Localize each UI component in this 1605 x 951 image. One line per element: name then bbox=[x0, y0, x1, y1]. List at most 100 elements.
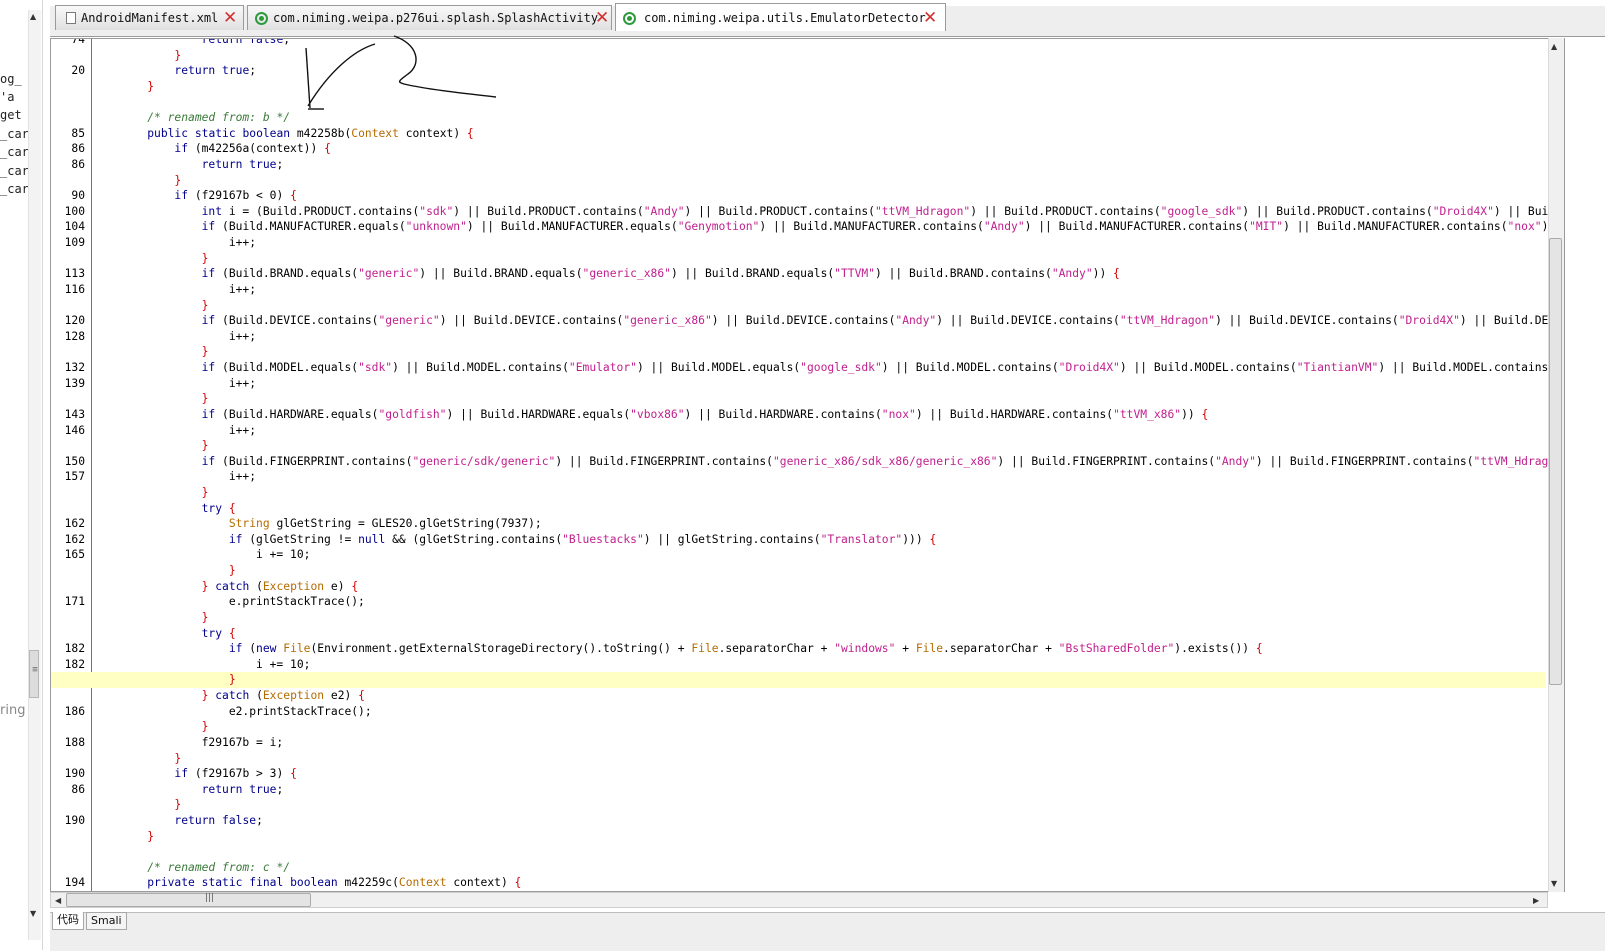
code-text[interactable]: i++; bbox=[120, 423, 256, 439]
code-text[interactable]: i += 10; bbox=[120, 547, 310, 563]
code-line[interactable]: } bbox=[51, 438, 1546, 454]
code-text[interactable]: if (m42256a(context)) { bbox=[120, 141, 330, 157]
code-line[interactable]: try { bbox=[51, 501, 1546, 517]
code-line[interactable]: 86 return true; bbox=[51, 157, 1546, 173]
project-tree-panel[interactable]: og_ 'a get _car _car _car _car ring ▲ ▼ bbox=[0, 0, 43, 950]
code-text[interactable]: if (Build.MODEL.equals("sdk") || Build.M… bbox=[120, 360, 1564, 376]
code-text[interactable]: } bbox=[120, 391, 209, 407]
code-line[interactable]: 194 private static final boolean m42259c… bbox=[51, 875, 1546, 891]
code-line[interactable]: 20 return true; bbox=[51, 63, 1546, 79]
code-line[interactable]: } bbox=[51, 391, 1546, 407]
code-line[interactable]: try { bbox=[51, 626, 1546, 642]
scroll-down-icon[interactable]: ▼ bbox=[30, 909, 36, 918]
code-line[interactable]: } bbox=[51, 173, 1546, 189]
code-line[interactable]: 90 if (f29167b < 0) { bbox=[51, 188, 1546, 204]
code-text[interactable]: } catch (Exception e2) { bbox=[120, 688, 365, 704]
code-text[interactable]: if (Build.DEVICE.contains("generic") || … bbox=[120, 313, 1564, 329]
code-text[interactable]: } bbox=[120, 672, 236, 688]
code-text[interactable]: } bbox=[120, 563, 236, 579]
code-text[interactable]: if (f29167b > 3) { bbox=[120, 766, 296, 782]
code-line[interactable]: } bbox=[51, 797, 1546, 813]
code-text[interactable]: if (Build.MANUFACTURER.equals("unknown")… bbox=[120, 219, 1564, 235]
editor-horizontal-scroll-thumb[interactable] bbox=[66, 893, 311, 907]
code-text[interactable]: } bbox=[120, 719, 209, 735]
code-text[interactable]: public static boolean m42258b(Context co… bbox=[120, 126, 474, 142]
code-line[interactable]: 120 if (Build.DEVICE.contains("generic")… bbox=[51, 313, 1564, 329]
tab-code[interactable]: 代码 bbox=[52, 912, 84, 930]
code-line[interactable]: 86 if (m42256a(context)) { bbox=[51, 141, 1546, 157]
code-line[interactable]: } bbox=[51, 251, 1546, 267]
code-line[interactable]: 186 e2.printStackTrace(); bbox=[51, 704, 1546, 720]
code-text[interactable]: if (new File(Environment.getExternalStor… bbox=[120, 641, 1263, 657]
code-line[interactable]: 132 if (Build.MODEL.equals("sdk") || Bui… bbox=[51, 360, 1564, 376]
code-line[interactable]: } catch (Exception e) { bbox=[51, 579, 1546, 595]
code-line[interactable]: } bbox=[51, 485, 1546, 501]
code-text[interactable]: } bbox=[120, 751, 181, 767]
code-text[interactable]: String glGetString = GLES20.glGetString(… bbox=[120, 516, 542, 532]
code-line[interactable]: 157 i++; bbox=[51, 469, 1546, 485]
code-line[interactable]: /* renamed from: b */ bbox=[51, 110, 1546, 126]
code-line[interactable]: 171 e.printStackTrace(); bbox=[51, 594, 1546, 610]
tab-emulatordetector[interactable]: com.niming.weipa.utils.EmulatorDetector … bbox=[615, 3, 946, 31]
code-text[interactable]: } bbox=[120, 610, 209, 626]
code-line[interactable]: 85 public static boolean m42258b(Context… bbox=[51, 126, 1546, 142]
code-line[interactable]: 162 String glGetString = GLES20.glGetStr… bbox=[51, 516, 1546, 532]
code-line[interactable]: 109 i++; bbox=[51, 235, 1546, 251]
code-text[interactable]: return false; bbox=[120, 813, 262, 829]
code-line[interactable]: } bbox=[51, 48, 1546, 64]
code-line[interactable]: } bbox=[51, 563, 1546, 579]
code-text[interactable]: e2.printStackTrace(); bbox=[120, 704, 372, 720]
code-line[interactable] bbox=[51, 844, 1546, 860]
scroll-down-icon[interactable]: ▼ bbox=[1551, 879, 1557, 888]
code-text[interactable]: try { bbox=[120, 626, 236, 642]
code-text[interactable]: i += 10; bbox=[120, 657, 310, 673]
code-editor[interactable]: 74 return false; } 20 return true; } /* r… bbox=[50, 38, 1565, 892]
code-text[interactable]: int i = (Build.PRODUCT.contains("sdk") |… bbox=[120, 204, 1564, 220]
code-text[interactable]: if (Build.BRAND.equals("generic") || Bui… bbox=[120, 266, 1120, 282]
code-line[interactable]: 74 return false; bbox=[51, 39, 1546, 48]
tab-smali[interactable]: Smali bbox=[86, 912, 127, 930]
code-line[interactable]: 182 if (new File(Environment.getExternal… bbox=[51, 641, 1546, 657]
tree-item[interactable]: 'a bbox=[0, 90, 14, 104]
tree-item[interactable]: _car bbox=[0, 145, 29, 159]
code-text[interactable]: return false; bbox=[120, 39, 290, 48]
close-icon[interactable]: ✕ bbox=[595, 8, 609, 28]
code-text[interactable]: } bbox=[120, 298, 209, 314]
code-text[interactable]: f29167b = i; bbox=[120, 735, 284, 751]
code-text[interactable]: i++; bbox=[120, 329, 256, 345]
code-line[interactable]: 139 i++; bbox=[51, 376, 1546, 392]
code-line[interactable]: } bbox=[51, 719, 1546, 735]
code-text[interactable]: return true; bbox=[120, 157, 284, 173]
code-line[interactable]: } bbox=[51, 829, 1546, 845]
code-text[interactable]: } bbox=[120, 48, 181, 64]
sidebar-scroll-thumb[interactable] bbox=[29, 650, 40, 698]
code-text[interactable]: /* renamed from: c */ bbox=[120, 860, 290, 876]
code-line[interactable]: 116 i++; bbox=[51, 282, 1546, 298]
code-text[interactable]: return true; bbox=[120, 782, 284, 798]
scroll-right-icon[interactable]: ▶ bbox=[1533, 896, 1539, 905]
scroll-left-icon[interactable]: ◀ bbox=[55, 896, 61, 905]
code-line[interactable]: 162 if (glGetString != null && (glGetStr… bbox=[51, 532, 1546, 548]
tree-item[interactable]: get bbox=[0, 108, 22, 122]
code-text[interactable]: e.printStackTrace(); bbox=[120, 594, 365, 610]
code-text[interactable]: if (f29167b < 0) { bbox=[120, 188, 296, 204]
tab-androidmanifest[interactable]: AndroidManifest.xml ✕ bbox=[55, 5, 244, 30]
code-line[interactable]: } bbox=[51, 298, 1546, 314]
code-line[interactable] bbox=[51, 94, 1546, 110]
close-icon[interactable]: ✕ bbox=[223, 8, 237, 28]
scroll-up-icon[interactable]: ▲ bbox=[30, 12, 36, 21]
code-text[interactable]: } bbox=[120, 344, 209, 360]
code-line[interactable]: 128 i++; bbox=[51, 329, 1546, 345]
code-text[interactable]: i++; bbox=[120, 469, 256, 485]
code-text[interactable]: } bbox=[120, 829, 154, 845]
code-line[interactable]: 190 return false; bbox=[51, 813, 1546, 829]
code-text[interactable]: /* renamed from: b */ bbox=[120, 110, 290, 126]
tree-item[interactable]: og_ bbox=[0, 72, 22, 86]
code-line[interactable]: } bbox=[51, 610, 1546, 626]
code-line[interactable]: 86 return true; bbox=[51, 782, 1546, 798]
code-line[interactable]: 182 i += 10; bbox=[51, 657, 1546, 673]
code-text[interactable]: if (Build.FINGERPRINT.contains("generic/… bbox=[120, 454, 1564, 470]
editor-vertical-scroll-thumb[interactable] bbox=[1549, 238, 1562, 685]
code-line[interactable]: 104 if (Build.MANUFACTURER.equals("unkno… bbox=[51, 219, 1564, 235]
code-text[interactable]: try { bbox=[120, 501, 236, 517]
